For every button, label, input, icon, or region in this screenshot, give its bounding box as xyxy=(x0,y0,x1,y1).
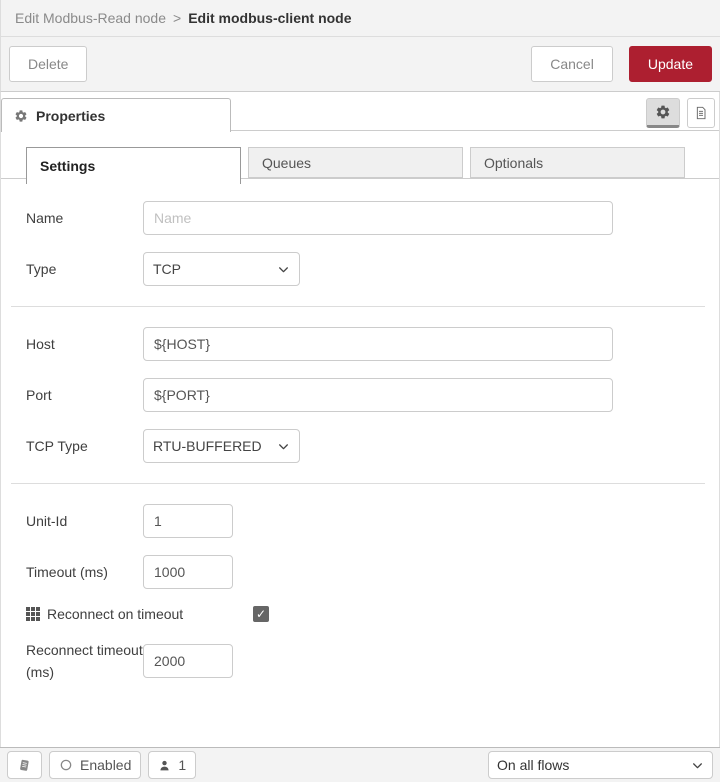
node-properties-button[interactable] xyxy=(646,98,680,128)
scope-select[interactable]: On all flows xyxy=(488,751,713,779)
section-divider xyxy=(11,483,705,484)
reconnect-on-timeout-checkbox[interactable] xyxy=(253,606,269,622)
tab-queues-label: Queues xyxy=(262,154,312,171)
node-log-button[interactable] xyxy=(7,751,42,779)
host-row: Host xyxy=(26,327,719,361)
unit-id-row: Unit-Id xyxy=(26,504,719,538)
type-label: Type xyxy=(26,261,57,277)
document-icon xyxy=(693,105,709,121)
tcp-type-label: TCP Type xyxy=(26,438,88,454)
host-label: Host xyxy=(26,336,55,352)
reconnect-timeout-input[interactable] xyxy=(143,644,233,679)
name-input[interactable] xyxy=(143,201,613,235)
type-row: Type TCP xyxy=(26,252,719,286)
host-input[interactable] xyxy=(143,327,613,361)
scope-select-value: On all flows xyxy=(497,757,570,773)
delete-button[interactable]: Delete xyxy=(9,46,88,82)
node-enabled-toggle[interactable]: Enabled xyxy=(49,751,142,779)
tab-properties[interactable]: Properties xyxy=(1,98,231,132)
tcp-type-select[interactable]: RTU-BUFFERED xyxy=(143,429,300,463)
dialog-footer: Enabled 1 On all flows xyxy=(0,747,720,782)
breadcrumb-separator: > xyxy=(173,10,182,26)
reconnect-on-timeout-row: Reconnect on timeout xyxy=(26,606,719,622)
tab-settings-label: Settings xyxy=(40,158,96,174)
port-label: Port xyxy=(26,387,52,403)
reconnect-timeout-row: Reconnect timeout (ms) xyxy=(26,639,719,684)
node-description-button[interactable] xyxy=(687,98,715,128)
name-label: Name xyxy=(26,210,64,226)
tcp-type-select-value: RTU-BUFFERED xyxy=(153,438,261,454)
name-row: Name xyxy=(26,201,719,235)
update-button[interactable]: Update xyxy=(628,46,712,82)
instance-count: 1 xyxy=(178,757,187,773)
dialog-body: Properties Settings Queues Optionals Nam… xyxy=(0,92,720,747)
circle-icon xyxy=(59,758,73,772)
properties-tab-row: Properties xyxy=(1,92,719,132)
unit-id-input[interactable] xyxy=(143,504,233,538)
port-input[interactable] xyxy=(143,378,613,412)
section-divider xyxy=(11,306,705,307)
type-select-value: TCP xyxy=(153,261,181,277)
panel-actions xyxy=(646,98,719,128)
tab-queues[interactable]: Queues xyxy=(248,147,463,178)
edit-node-dialog: Edit Modbus-Read node > Edit modbus-clie… xyxy=(0,0,720,782)
dialog-toolbar: Delete Cancel Update xyxy=(0,37,720,92)
book-icon xyxy=(17,758,32,773)
unit-id-label: Unit-Id xyxy=(26,513,68,529)
grid-icon xyxy=(26,607,40,621)
chevron-down-icon xyxy=(691,759,704,772)
enabled-label: Enabled xyxy=(80,757,132,773)
settings-form: Name Type TCP Host Port xyxy=(1,184,719,684)
type-select[interactable]: TCP xyxy=(143,252,300,286)
reconnect-on-timeout-label-group: Reconnect on timeout xyxy=(26,606,253,622)
chevron-down-icon xyxy=(277,263,290,276)
tab-optionals[interactable]: Optionals xyxy=(470,147,685,178)
reconnect-on-timeout-label: Reconnect on timeout xyxy=(47,606,184,622)
timeout-input[interactable] xyxy=(143,555,233,589)
properties-tab-label: Properties xyxy=(36,107,106,124)
timeout-label: Timeout (ms) xyxy=(26,564,108,580)
gear-icon xyxy=(14,109,28,123)
gear-icon xyxy=(655,104,671,120)
breadcrumb-current: Edit modbus-client node xyxy=(188,10,352,26)
cancel-button[interactable]: Cancel xyxy=(531,46,613,82)
settings-tab-bar: Settings Queues Optionals xyxy=(1,147,719,184)
port-row: Port xyxy=(26,378,719,412)
breadcrumb-parent[interactable]: Edit Modbus-Read node xyxy=(15,10,166,26)
user-icon xyxy=(158,759,171,772)
breadcrumb: Edit Modbus-Read node > Edit modbus-clie… xyxy=(0,0,720,37)
tcp-type-row: TCP Type RTU-BUFFERED xyxy=(26,429,719,463)
tab-optionals-label: Optionals xyxy=(484,154,544,171)
timeout-row: Timeout (ms) xyxy=(26,555,719,589)
reconnect-timeout-label: Reconnect timeout (ms) xyxy=(26,642,143,681)
node-instances-button[interactable]: 1 xyxy=(148,751,197,779)
chevron-down-icon xyxy=(277,440,290,453)
tab-settings[interactable]: Settings xyxy=(26,147,241,184)
